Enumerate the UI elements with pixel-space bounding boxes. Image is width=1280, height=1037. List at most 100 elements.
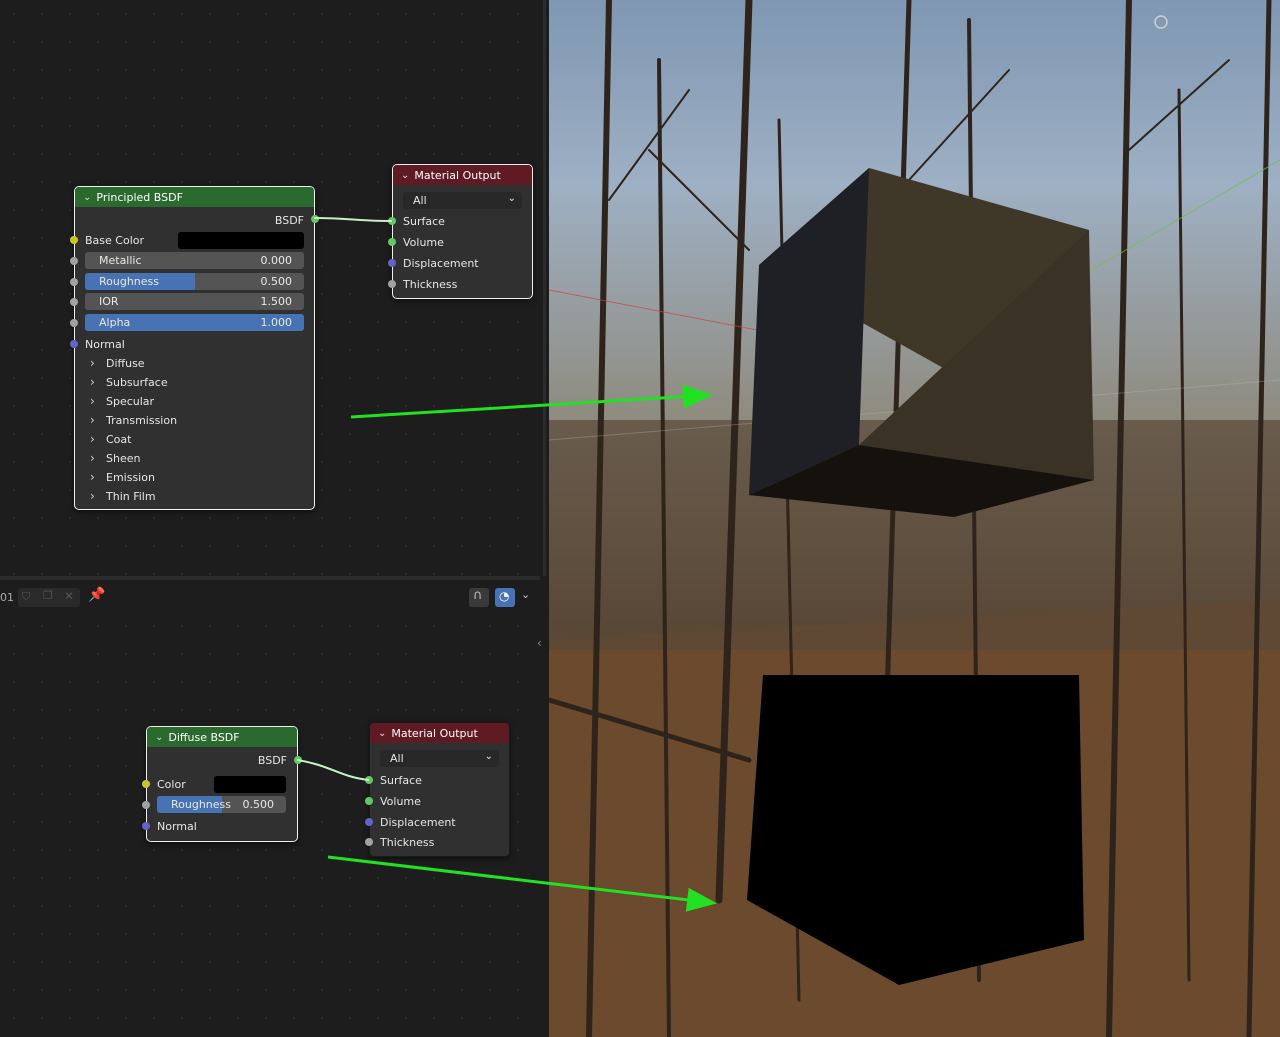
displacement-label: Displacement: [403, 254, 479, 272]
panel-label: Subsurface: [106, 375, 168, 389]
panel-subsurface[interactable]: › Subsurface: [90, 375, 168, 389]
normal-label: Normal: [85, 335, 125, 353]
panel-emission[interactable]: › Emission: [90, 470, 155, 484]
target-value: All: [390, 752, 404, 765]
chevron-right-icon: ›: [90, 356, 95, 370]
base-color-swatch[interactable]: [178, 232, 304, 249]
metallic-field[interactable]: Metallic 0.000: [85, 252, 304, 269]
target-select[interactable]: All ⌄: [403, 192, 522, 209]
input-text: Volume: [380, 794, 421, 808]
alpha-value: 1.000: [260, 316, 293, 329]
base-color-label: Base Color: [85, 231, 144, 249]
alpha-field[interactable]: Alpha 1.000: [85, 314, 304, 331]
collapse-chevron-icon[interactable]: ⌄: [401, 170, 409, 181]
bsdf-output-label: BSDF: [258, 751, 287, 769]
input-text: Surface: [380, 773, 422, 787]
normal-text: Normal: [85, 337, 125, 351]
shader-editor-top[interactable]: ⌄ Principled BSDF BSDF Base Color Metall…: [0, 0, 545, 576]
surface-label: Surface: [380, 771, 422, 789]
input-text: Volume: [403, 235, 444, 249]
material-output-node-bottom[interactable]: ⌄ Material Output All ⌄ Surface Volume D…: [365, 722, 510, 857]
panel-coat[interactable]: › Coat: [90, 432, 131, 446]
alpha-socket[interactable]: [70, 319, 78, 327]
displacement-socket[interactable]: [365, 818, 373, 826]
input-text: Displacement: [403, 256, 479, 270]
metallic-label: Metallic: [99, 254, 142, 267]
chevron-down-icon[interactable]: ⌄: [521, 588, 530, 601]
target-value: All: [413, 194, 427, 207]
thickness-socket[interactable]: [365, 838, 373, 846]
bsdf-output-socket[interactable]: [311, 215, 319, 223]
navigation-gizmo-icon[interactable]: [1154, 15, 1168, 29]
chevron-right-icon: ›: [90, 470, 95, 484]
metallic-socket[interactable]: [70, 257, 78, 265]
color-socket[interactable]: [142, 780, 150, 788]
ior-value: 1.500: [260, 295, 293, 308]
chevron-right-icon: ›: [90, 394, 95, 408]
target-select[interactable]: All ⌄: [380, 750, 499, 767]
bsdf-output-socket[interactable]: [294, 756, 302, 764]
roughness-socket[interactable]: [142, 801, 150, 809]
panel-transmission[interactable]: › Transmission: [90, 413, 177, 427]
chevron-right-icon: ›: [90, 432, 95, 446]
fake-user-shield-icon[interactable]: ⛉: [22, 590, 30, 604]
volume-socket[interactable]: [365, 797, 373, 805]
normal-label: Normal: [157, 817, 197, 835]
normal-socket[interactable]: [142, 822, 150, 830]
sidebar-toggle-chevron-icon[interactable]: ‹: [537, 636, 542, 650]
surface-socket[interactable]: [365, 776, 373, 784]
material-output-header[interactable]: ⌄ Material Output: [370, 723, 509, 743]
ior-label: IOR: [99, 295, 119, 308]
roughness-field[interactable]: Roughness 0.500: [85, 273, 304, 290]
shader-editor-bottom[interactable]: ⌄ Diffuse BSDF BSDF Color Roughness 0.50…: [0, 612, 545, 1037]
thickness-label: Thickness: [403, 275, 457, 293]
pin-icon[interactable]: 📌: [88, 587, 105, 603]
collapse-chevron-icon[interactable]: ⌄: [378, 728, 386, 739]
chevron-right-icon: ›: [90, 489, 95, 503]
base-color-text: Base Color: [85, 233, 145, 247]
panel-thin-film[interactable]: › Thin Film: [90, 489, 156, 503]
normal-socket[interactable]: [70, 340, 78, 348]
magnet-icon: ∩: [473, 588, 483, 603]
volume-label: Volume: [380, 792, 421, 810]
thickness-socket[interactable]: [388, 280, 396, 288]
roughness-socket[interactable]: [70, 278, 78, 286]
material-output-header[interactable]: ⌄ Material Output: [393, 165, 532, 185]
roughness-value: 0.500: [242, 798, 275, 811]
panel-specular[interactable]: › Specular: [90, 394, 154, 408]
surface-socket[interactable]: [388, 217, 396, 225]
ior-field[interactable]: IOR 1.500: [85, 293, 304, 310]
close-icon[interactable]: ✕: [64, 589, 74, 603]
snap-toggle[interactable]: ∩: [469, 588, 489, 607]
metallic-value: 0.000: [260, 254, 293, 267]
color-label: Color: [157, 775, 186, 793]
roughness-value: 0.500: [260, 275, 293, 288]
3d-viewport[interactable]: [549, 0, 1280, 1037]
panel-diffuse[interactable]: › Diffuse: [90, 356, 145, 370]
collapse-chevron-icon[interactable]: ⌄: [155, 732, 163, 743]
principled-bsdf-node[interactable]: ⌄ Principled BSDF BSDF Base Color Metall…: [70, 186, 319, 510]
roughness-field[interactable]: Roughness 0.500: [157, 796, 286, 813]
panel-sheen[interactable]: › Sheen: [90, 451, 140, 465]
ior-socket[interactable]: [70, 298, 78, 306]
output-text: BSDF: [274, 213, 304, 227]
material-output-node-top[interactable]: ⌄ Material Output All ⌄ Surface Volume D…: [388, 164, 533, 299]
color-swatch[interactable]: [214, 776, 286, 793]
duplicate-icon[interactable]: ❐: [43, 589, 53, 602]
volume-socket[interactable]: [388, 238, 396, 246]
collapse-chevron-icon[interactable]: ⌄: [83, 192, 91, 203]
diffuse-bsdf-header[interactable]: ⌄ Diffuse BSDF: [147, 727, 297, 747]
panel-label: Transmission: [106, 413, 178, 427]
input-text: Displacement: [380, 815, 456, 829]
node-title: Diffuse BSDF: [168, 730, 240, 744]
principled-bsdf-header[interactable]: ⌄ Principled BSDF: [75, 187, 314, 207]
input-text: Thickness: [403, 277, 458, 291]
base-color-socket[interactable]: [70, 236, 78, 244]
roughness-label: Roughness: [99, 275, 160, 288]
chevron-down-icon: ⌄: [484, 751, 493, 762]
chevron-right-icon: ›: [90, 413, 95, 427]
node-title: Material Output: [414, 168, 501, 182]
displacement-socket[interactable]: [388, 259, 396, 267]
overlay-toggle[interactable]: ◔: [495, 588, 515, 607]
diffuse-bsdf-node[interactable]: ⌄ Diffuse BSDF BSDF Color Roughness 0.50…: [142, 726, 302, 842]
